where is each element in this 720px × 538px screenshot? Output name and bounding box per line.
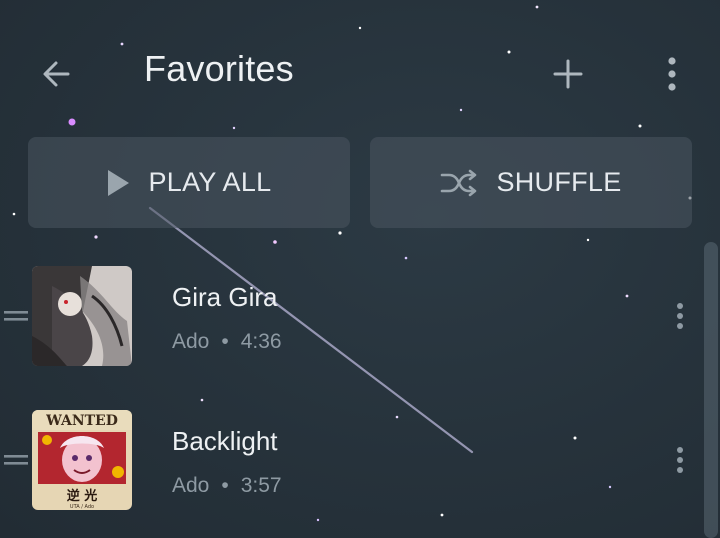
track-duration: 4:36: [240, 330, 282, 353]
album-art: WANTED 逆 光 UTA / Ado: [32, 410, 132, 510]
more-vert-icon: [677, 303, 683, 329]
track-title: Backlight: [172, 426, 278, 456]
track-menu-button[interactable]: [660, 438, 700, 482]
add-button[interactable]: [538, 46, 598, 102]
page-title: Favorites: [144, 48, 294, 89]
album-art: [32, 266, 132, 366]
more-vert-icon: [677, 447, 683, 473]
svg-text:UTA / Ado: UTA / Ado: [70, 504, 94, 510]
track-artist: Ado: [172, 474, 210, 497]
playback-actions: PLAY ALL SHUFFLE: [28, 137, 692, 228]
track-row[interactable]: WANTED 逆 光 UTA / Ado Backlight Ado • 3:57: [0, 394, 720, 526]
track-duration: 3:57: [240, 474, 282, 497]
back-arrow-icon: [43, 61, 70, 87]
track-artist: Ado: [172, 330, 210, 353]
play-all-button[interactable]: PLAY ALL: [28, 137, 350, 228]
shuffle-label: SHUFFLE: [496, 167, 622, 197]
svg-text:逆 光: 逆 光: [67, 488, 98, 504]
track-meta: Ado • 4:36: [172, 330, 282, 354]
track-meta: Ado • 3:57: [172, 474, 282, 498]
svg-text:WANTED: WANTED: [45, 413, 118, 429]
plus-icon: [553, 59, 583, 89]
overflow-menu-button[interactable]: [648, 46, 696, 102]
separator-dot: •: [221, 330, 229, 353]
shuffle-icon: [440, 169, 478, 197]
play-all-label: PLAY ALL: [148, 167, 272, 197]
scrollbar[interactable]: [704, 242, 718, 538]
track-menu-button[interactable]: [660, 294, 700, 338]
track-row[interactable]: Gira Gira Ado • 4:36: [0, 250, 720, 382]
separator-dot: •: [221, 474, 229, 497]
shuffle-button[interactable]: SHUFFLE: [370, 137, 692, 228]
track-title: Gira Gira: [172, 282, 278, 312]
more-vert-icon: [668, 57, 676, 91]
drag-handle-icon[interactable]: [4, 450, 30, 470]
back-button[interactable]: [28, 46, 84, 102]
app-header: Favorites: [0, 0, 720, 140]
drag-handle-icon[interactable]: [4, 306, 30, 326]
play-icon: [106, 169, 130, 197]
